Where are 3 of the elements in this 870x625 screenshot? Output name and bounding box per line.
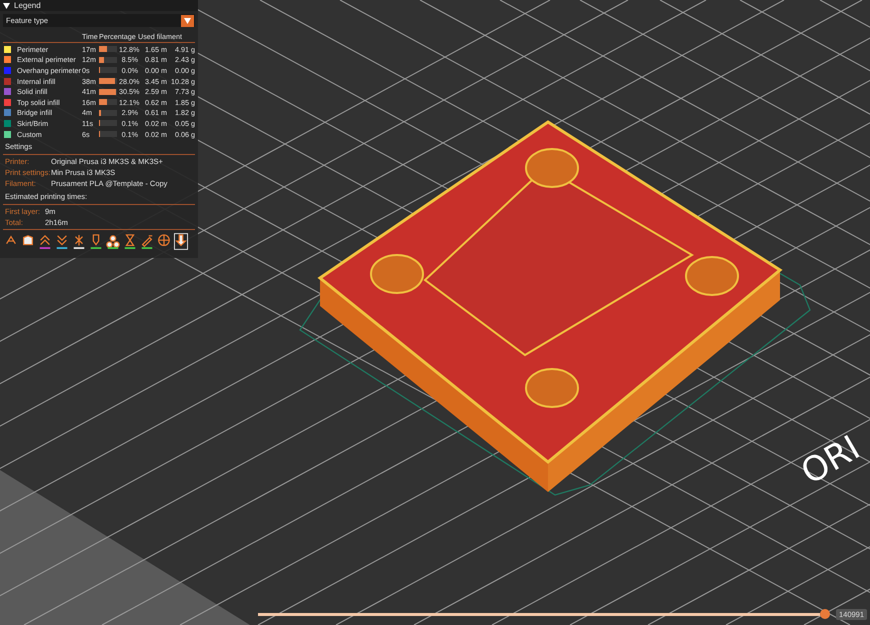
bed-logo-text: ORI	[794, 428, 867, 493]
legend-title: Legend	[14, 1, 41, 10]
legend-header[interactable]: Legend	[0, 0, 198, 11]
